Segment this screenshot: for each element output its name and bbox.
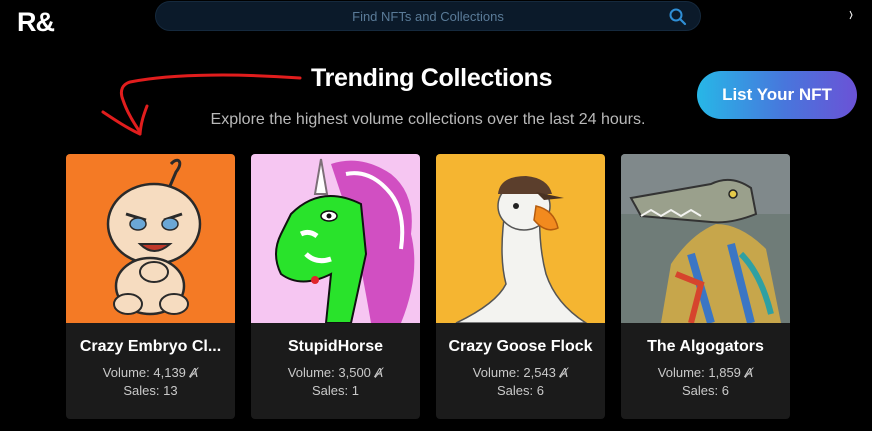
collection-name[interactable]: Crazy Goose Flock bbox=[442, 338, 599, 356]
algo-currency-icon: Ⱥ bbox=[559, 365, 569, 380]
algo-currency-icon: Ⱥ bbox=[189, 365, 199, 380]
collection-sales: Sales: 13 bbox=[123, 383, 178, 398]
list-your-nft-button[interactable]: List Your NFT bbox=[697, 71, 857, 119]
collection-name[interactable]: StupidHorse bbox=[257, 338, 414, 356]
collection-name[interactable]: Crazy Embryo Cl... bbox=[72, 338, 229, 356]
collection-volume: Volume: 2,543 Ⱥ bbox=[472, 365, 569, 380]
collection-sales: Sales: 6 bbox=[497, 383, 544, 398]
crazy-embryo-image[interactable] bbox=[66, 154, 235, 323]
collection-volume: Volume: 1,859 Ⱥ bbox=[657, 365, 754, 380]
search-icon[interactable] bbox=[668, 7, 688, 27]
algo-currency-icon: Ⱥ bbox=[374, 365, 384, 380]
stupid-horse-image[interactable] bbox=[251, 154, 420, 323]
page-title: Trending Collections bbox=[311, 64, 553, 92]
search-input[interactable] bbox=[156, 2, 700, 30]
collection-volume: Volume: 3,500 Ⱥ bbox=[287, 365, 384, 380]
collection-name[interactable]: The Algogators bbox=[627, 338, 784, 356]
collection-sales: Sales: 6 bbox=[682, 383, 729, 398]
collection-card[interactable]: The Algogators Volume: 1,859 Ⱥ Sales: 6 bbox=[621, 154, 790, 419]
collection-card[interactable]: Crazy Embryo Cl... Volume: 4,139 Ⱥ Sales… bbox=[66, 154, 235, 419]
search-bar[interactable] bbox=[155, 1, 701, 31]
algo-currency-icon: Ⱥ bbox=[744, 365, 754, 380]
annotation-arrow bbox=[101, 73, 302, 136]
collection-card[interactable]: Crazy Goose Flock Volume: 2,543 Ⱥ Sales:… bbox=[436, 154, 605, 419]
collection-card[interactable]: StupidHorse Volume: 3,500 Ⱥ Sales: 1 bbox=[251, 154, 420, 419]
crazy-goose-image[interactable] bbox=[436, 154, 605, 323]
collection-sales: Sales: 1 bbox=[312, 383, 359, 398]
menu-chevron-icon[interactable] bbox=[849, 10, 854, 20]
collection-volume: Volume: 4,139 Ⱥ bbox=[102, 365, 199, 380]
site-logo[interactable]: R& bbox=[17, 7, 55, 38]
algogators-image[interactable] bbox=[621, 154, 790, 323]
